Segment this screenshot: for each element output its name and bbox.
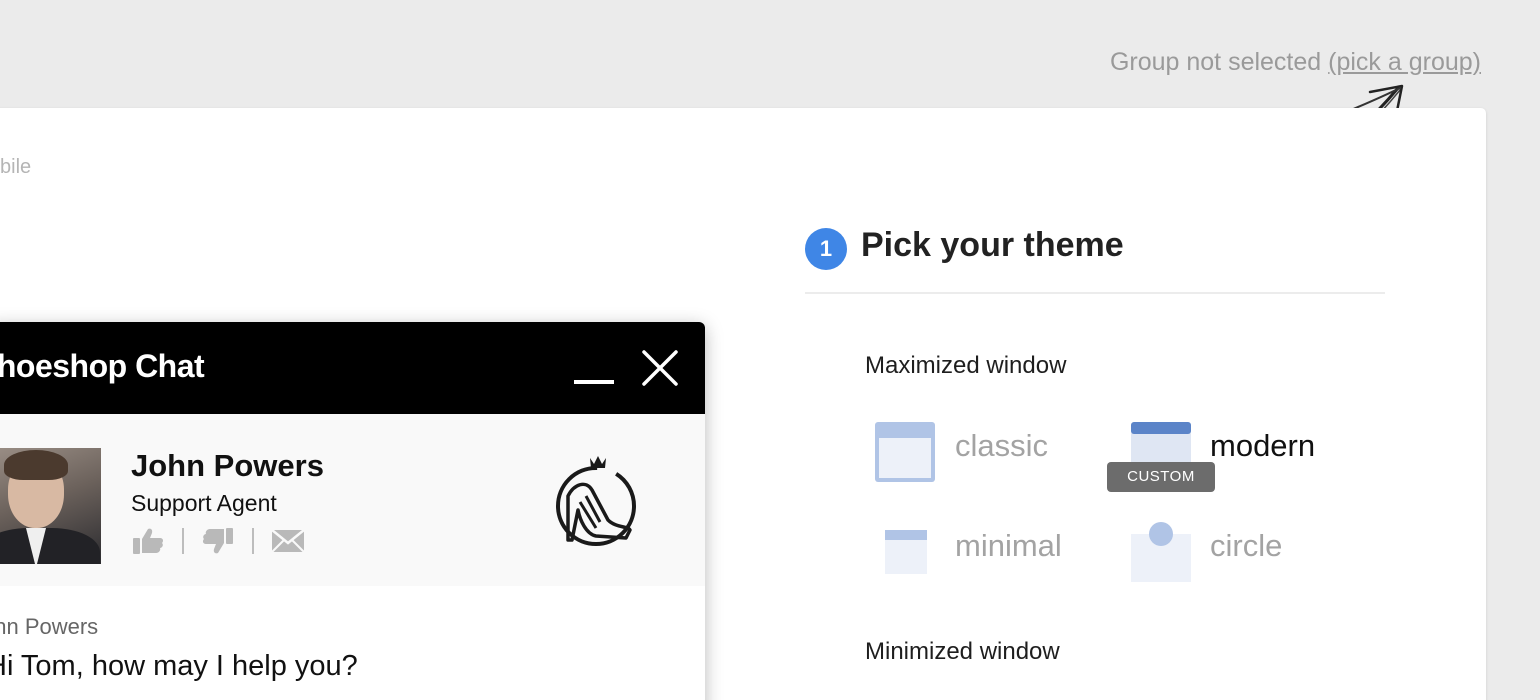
minimized-window-label: Minimized window — [865, 638, 1060, 665]
step-badge: 1 — [805, 228, 847, 270]
theme-label-classic: classic — [955, 428, 1049, 463]
agent-actions — [131, 526, 305, 556]
custom-badge: CUSTOM — [1107, 462, 1215, 492]
avatar — [0, 448, 101, 564]
group-status-text: Group not selected — [1109, 48, 1322, 76]
theme-option-circle[interactable]: circle — [1131, 520, 1351, 584]
thumbs-up-icon[interactable] — [131, 526, 165, 556]
divider — [805, 292, 1385, 294]
agent-info: John Powers Support Agent — [0, 414, 705, 586]
theme-option-minimal[interactable]: minimal — [885, 520, 1085, 584]
tab-mobile[interactable]: bile — [0, 156, 31, 179]
theme-label-minimal: minimal — [955, 528, 1062, 563]
agent-role: Support Agent — [131, 490, 277, 516]
agent-name: John Powers — [131, 448, 324, 483]
chat-header: Shoeshop Chat — [0, 322, 705, 414]
action-divider — [182, 528, 184, 554]
theme-option-classic[interactable]: classic — [875, 420, 1075, 484]
stage: Group not selected (pick a group) bile S… — [0, 0, 1540, 700]
group-status: Group not selected (pick a group) — [1110, 48, 1481, 77]
step-title: Pick your theme — [861, 226, 1124, 264]
envelope-icon[interactable] — [271, 526, 305, 556]
theme-label-circle: circle — [1210, 528, 1283, 563]
chat-title: Shoeshop Chat — [0, 348, 205, 384]
shoe-logo-icon — [556, 456, 636, 546]
message-author: ohn Powers — [0, 614, 99, 639]
minimal-theme-icon — [885, 530, 927, 574]
minimize-icon[interactable] — [574, 380, 614, 384]
classic-theme-icon — [875, 422, 935, 482]
circle-theme-icon — [1131, 522, 1191, 582]
chat-preview: Shoeshop Chat John Powers Support Agent — [0, 322, 705, 700]
maximized-window-label: Maximized window — [865, 352, 1067, 379]
pick-group-link[interactable]: (pick a group) — [1328, 48, 1481, 76]
theme-label-modern: modern — [1210, 428, 1316, 463]
message-text: Hi Tom, how may I help you? — [0, 650, 358, 682]
close-icon[interactable] — [642, 350, 678, 386]
thumbs-down-icon[interactable] — [201, 526, 235, 556]
action-divider — [252, 528, 254, 554]
